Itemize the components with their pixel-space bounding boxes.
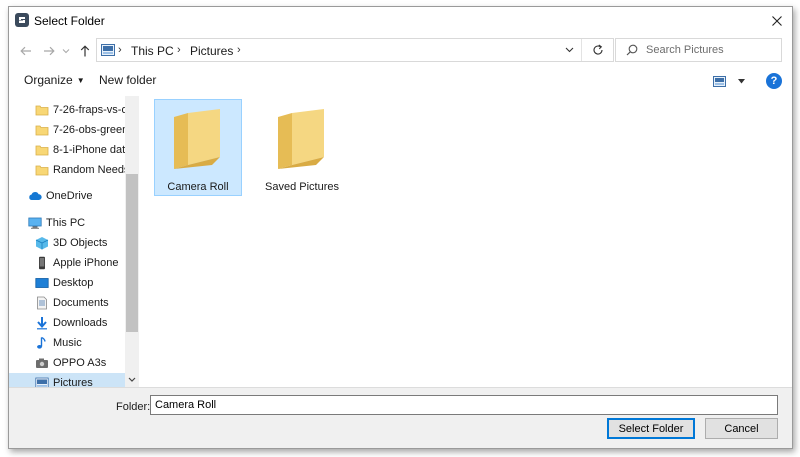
- nav-item-label: Downloads: [53, 317, 108, 329]
- window-title: Select Folder: [34, 14, 105, 28]
- recent-locations-button[interactable]: [60, 42, 72, 60]
- pictures-icon: [35, 377, 49, 387]
- refresh-icon: [593, 44, 603, 55]
- select-folder-button[interactable]: Select Folder: [607, 418, 695, 439]
- folder-tile-saved-pictures[interactable]: Saved Pictures: [258, 99, 346, 196]
- nav-item-label: Random Needs: [53, 164, 125, 176]
- nav-item-downloads[interactable]: Downloads: [9, 313, 125, 333]
- nav-item-label: This PC: [46, 217, 86, 229]
- music-icon: [37, 336, 46, 349]
- breadcrumb-separator-icon: ›: [177, 44, 181, 56]
- chevron-down-icon: [128, 377, 136, 382]
- folder-icon: [278, 109, 324, 169]
- chevron-down-icon: [565, 47, 573, 53]
- nav-item-apple-iphone[interactable]: Apple iPhone: [9, 253, 125, 273]
- computer-icon: [28, 217, 42, 229]
- command-bar: Organize ▼ New folder ?: [9, 68, 792, 94]
- close-button[interactable]: [762, 7, 792, 35]
- search-box[interactable]: [615, 38, 782, 62]
- pictures-location-icon: [101, 44, 115, 56]
- breadcrumb-separator-icon: ›: [237, 44, 241, 56]
- new-folder-button[interactable]: New folder: [99, 73, 156, 87]
- nav-item-8-1-iphone-data[interactable]: 8-1-iPhone data: [9, 140, 125, 160]
- nav-scrollbar-thumb[interactable]: [126, 174, 138, 332]
- address-bar[interactable]: › This PC › Pictures ›: [96, 38, 614, 62]
- nav-item-oppo-a3s[interactable]: OPPO A3s: [9, 353, 125, 373]
- change-view-button[interactable]: [713, 72, 745, 90]
- folder-tile-label: Camera Roll: [167, 181, 229, 193]
- address-history-dropdown[interactable]: [560, 39, 578, 61]
- nav-item-desktop[interactable]: Desktop: [9, 273, 125, 293]
- folder-icon: [35, 125, 49, 136]
- nav-item-label: OneDrive: [46, 190, 93, 202]
- nav-item-label: 7-26-obs-green-screen: [53, 124, 125, 136]
- arrow-right-icon: [44, 46, 55, 56]
- phone-icon: [39, 256, 45, 270]
- dialog-footer: Folder: Select Folder Cancel: [9, 387, 792, 448]
- forward-button[interactable]: [40, 42, 58, 60]
- nav-item-label: Apple iPhone: [53, 257, 119, 269]
- folder-icon: [35, 105, 49, 116]
- close-icon: [772, 16, 782, 26]
- desktop-icon: [35, 278, 49, 288]
- title-bar: Select Folder: [9, 7, 792, 35]
- nav-item-music[interactable]: Music: [9, 333, 125, 353]
- nav-item-onedrive[interactable]: OneDrive: [9, 186, 125, 206]
- breadcrumb-pictures[interactable]: Pictures: [190, 44, 233, 58]
- search-icon: [626, 44, 638, 56]
- nav-item-label: Music: [53, 337, 82, 349]
- nav-item-7-26-fraps-vs-obs[interactable]: 7-26-fraps-vs-obs: [9, 100, 125, 120]
- view-details-icon: [713, 75, 726, 87]
- breadcrumb-separator-icon: ›: [118, 44, 122, 56]
- folder-tile-label: Saved Pictures: [265, 181, 339, 193]
- download-icon: [37, 317, 47, 330]
- organize-button[interactable]: Organize ▼: [24, 73, 85, 87]
- organize-label: Organize: [24, 73, 73, 87]
- nav-item-7-26-obs-green-screen[interactable]: 7-26-obs-green-screen: [9, 120, 125, 140]
- cube-icon: [35, 237, 49, 250]
- cancel-button[interactable]: Cancel: [705, 418, 778, 439]
- folder-icon: [35, 165, 49, 176]
- folder-tile-camera-roll[interactable]: Camera Roll: [154, 99, 242, 196]
- chevron-down-icon: [62, 49, 70, 54]
- document-icon: [37, 296, 47, 310]
- nav-item-3d-objects[interactable]: 3D Objects: [9, 233, 125, 253]
- caret-down-icon: ▼: [76, 76, 85, 86]
- back-button[interactable]: [17, 42, 35, 60]
- nav-item-label: 8-1-iPhone data: [53, 144, 125, 156]
- address-row: › This PC › Pictures ›: [9, 38, 792, 64]
- nav-item-label: 3D Objects: [53, 237, 108, 249]
- caret-down-icon: [738, 78, 745, 83]
- arrow-left-icon: [20, 46, 31, 56]
- nav-item-label: Desktop: [53, 277, 94, 289]
- search-input[interactable]: [646, 42, 776, 58]
- folder-contents-view[interactable]: Camera Roll Saved Pictures: [140, 96, 792, 387]
- nav-item-label: 7-26-fraps-vs-obs: [53, 104, 125, 116]
- help-button[interactable]: ?: [766, 73, 782, 89]
- nav-item-random-needs[interactable]: Random Needs: [9, 160, 125, 180]
- nav-item-label: Pictures: [53, 377, 93, 387]
- nav-item-label: Documents: [53, 297, 109, 309]
- cloud-icon: [29, 192, 42, 200]
- arrow-up-icon: [80, 45, 90, 57]
- nav-item-this-pc[interactable]: This PC: [9, 213, 125, 233]
- folder-icon: [174, 109, 220, 169]
- nav-item-label: OPPO A3s: [53, 357, 107, 369]
- breadcrumb-this-pc[interactable]: This PC: [131, 44, 174, 58]
- folder-icon: [35, 145, 49, 156]
- refresh-button[interactable]: [581, 39, 613, 61]
- navigation-pane[interactable]: 7-26-fraps-vs-obs 7-26-obs-green-screen …: [9, 96, 139, 387]
- app-icon: [15, 13, 29, 27]
- folder-name-input[interactable]: [150, 395, 778, 415]
- camera-icon: [36, 358, 48, 368]
- up-button[interactable]: [76, 42, 94, 60]
- nav-scrollbar[interactable]: [125, 96, 139, 387]
- folder-field-label: Folder:: [116, 401, 151, 413]
- scroll-down-button[interactable]: [125, 372, 139, 386]
- select-folder-dialog: Select Folder › This PC › Pictures › Sea…: [8, 6, 793, 449]
- nav-item-documents[interactable]: Documents: [9, 293, 125, 313]
- nav-item-pictures[interactable]: Pictures: [9, 373, 125, 387]
